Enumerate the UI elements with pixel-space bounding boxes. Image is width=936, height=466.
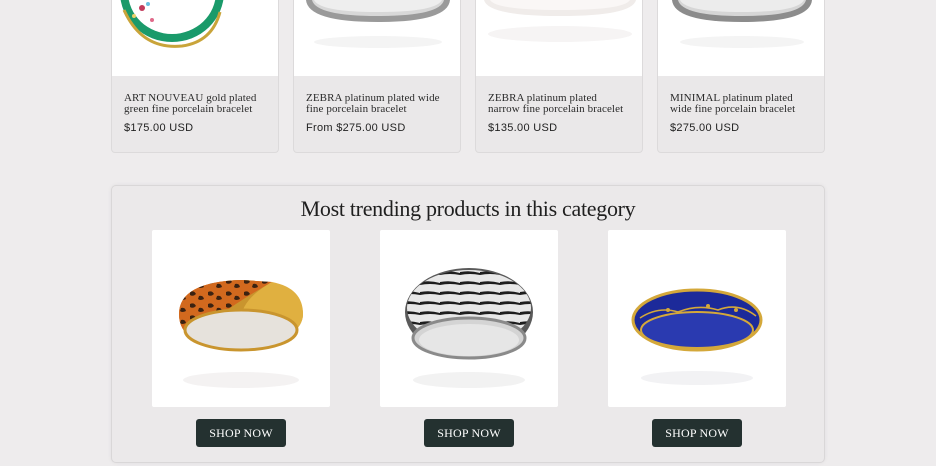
- trending-item: SHOP NOW: [380, 230, 558, 447]
- leopard-gold-bracelet-image[interactable]: [152, 230, 330, 407]
- product-card[interactable]: ART NOUVEAU gold plated green fine porce…: [111, 0, 279, 153]
- product-price: $275.00 USD: [670, 122, 740, 134]
- product-price: From $275.00 USD: [306, 122, 406, 134]
- product-card[interactable]: MINIMAL platinum plated wide fine porcel…: [657, 0, 825, 153]
- shop-now-button[interactable]: SHOP NOW: [424, 419, 514, 447]
- white-bracelet-image[interactable]: [476, 0, 642, 76]
- product-price: $175.00 USD: [124, 122, 194, 134]
- trending-section: Most trending products in this category: [111, 185, 825, 463]
- product-title[interactable]: ZEBRA platinum plated wide fine porcelai…: [306, 93, 448, 115]
- silver-bracelet-image[interactable]: [294, 0, 460, 76]
- product-title[interactable]: ART NOUVEAU gold plated green fine porce…: [124, 93, 266, 115]
- product-card[interactable]: ZEBRA platinum plated wide fine porcelai…: [293, 0, 461, 153]
- green-gold-bracelet-image[interactable]: [112, 0, 278, 76]
- section-title: Most trending products in this category: [300, 196, 636, 221]
- trending-item: SHOP NOW: [608, 230, 786, 447]
- zebra-platinum-bracelet-image[interactable]: [380, 230, 558, 407]
- product-grid: ART NOUVEAU gold plated green fine porce…: [111, 0, 825, 153]
- silver-bracelet-image[interactable]: [658, 0, 824, 76]
- shop-now-button[interactable]: SHOP NOW: [652, 419, 742, 447]
- trending-item: SHOP NOW: [152, 230, 330, 447]
- product-card[interactable]: ZEBRA platinum plated narrow fine porcel…: [475, 0, 643, 153]
- product-page: ART NOUVEAU gold plated green fine porce…: [0, 0, 936, 466]
- blue-gold-bracelet-image[interactable]: [608, 230, 786, 407]
- shop-now-button[interactable]: SHOP NOW: [196, 419, 286, 447]
- product-title[interactable]: MINIMAL platinum plated wide fine porcel…: [670, 93, 812, 115]
- product-title[interactable]: ZEBRA platinum plated narrow fine porcel…: [488, 93, 630, 115]
- product-price: $135.00 USD: [488, 122, 558, 134]
